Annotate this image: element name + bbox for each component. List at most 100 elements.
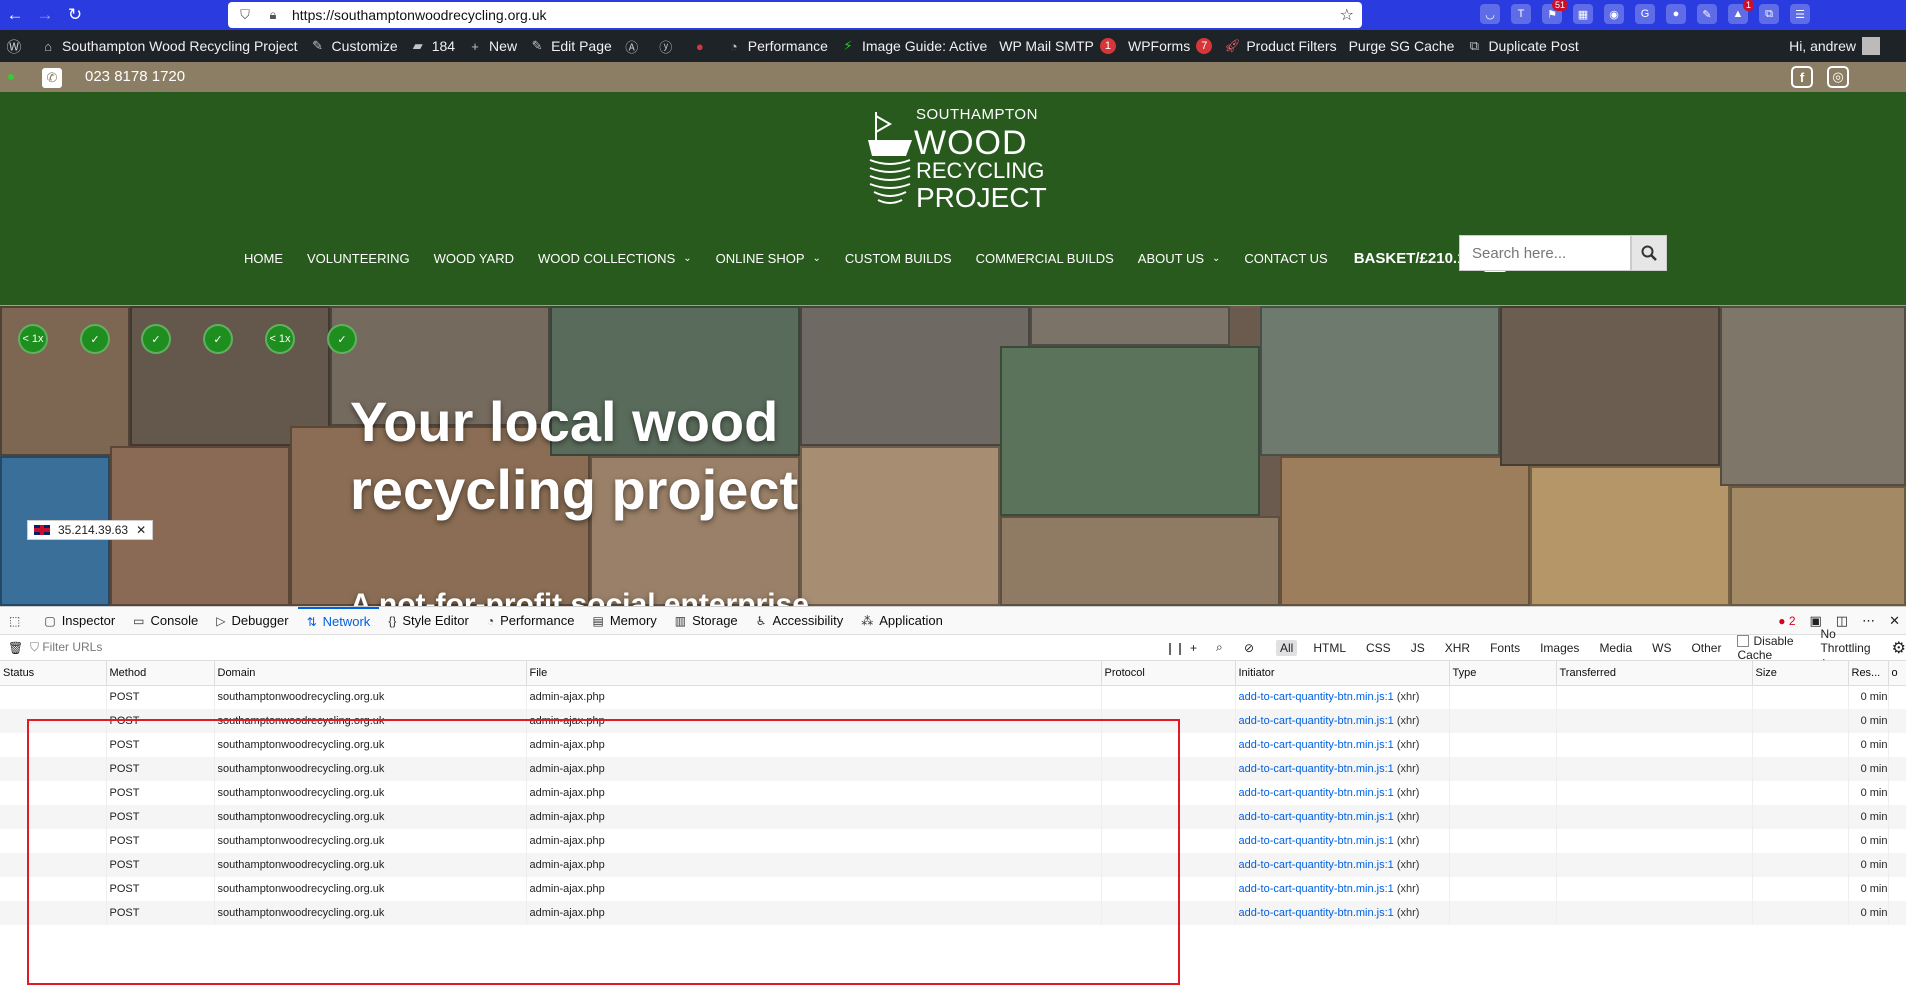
col-size[interactable]: Size — [1752, 661, 1849, 686]
trash-icon[interactable]: 🗑︎ — [8, 641, 23, 655]
table-row[interactable]: POST southamptonwoodrecycling.org.uk admin… — [0, 829, 1906, 853]
error-count[interactable]: ● 2 — [1778, 614, 1795, 628]
table-row[interactable]: POST southamptonwoodrecycling.org.uk admin… — [0, 709, 1906, 733]
filter-images[interactable]: Images — [1536, 640, 1583, 656]
puzzle-icon[interactable]: ⧉ — [1759, 4, 1779, 24]
customize-link[interactable]: ✎ Customize — [310, 38, 398, 54]
initiator-link[interactable]: add-to-cart-quantity-btn.min.js:1 — [1239, 859, 1394, 871]
status-dot-icon[interactable]: ● — [692, 38, 714, 54]
settings-gear-icon[interactable]: ⚙ — [1892, 638, 1906, 658]
tab-memory[interactable]: ▤ Memory — [583, 607, 665, 635]
nav-wood-yard[interactable]: WOOD YARD — [434, 251, 514, 266]
initiator-cell[interactable]: add-to-cart-quantity-btn.min.js:1 (xhr) — [1235, 781, 1450, 805]
yoast-icon[interactable]: ⓨ — [658, 38, 680, 55]
tab-inspector[interactable]: ▢ Inspector — [35, 607, 124, 635]
initiator-cell[interactable]: add-to-cart-quantity-btn.min.js:1 (xhr) — [1235, 757, 1450, 781]
filter-media[interactable]: Media — [1595, 640, 1636, 656]
bookmark-star-icon[interactable]: ☆ — [1340, 5, 1354, 25]
initiator-cell[interactable]: add-to-cart-quantity-btn.min.js:1 (xhr) — [1235, 853, 1450, 877]
nav-about-us[interactable]: ABOUT US ⌄ — [1138, 251, 1221, 266]
extension-flag-icon[interactable]: ⚑ 51 — [1542, 0, 1568, 24]
initiator-link[interactable]: add-to-cart-quantity-btn.min.js:1 — [1239, 739, 1394, 751]
filter-urls-input[interactable]: ⛉ Filter URLs — [30, 640, 102, 655]
pause-icon[interactable]: ❙❙ — [1165, 641, 1185, 655]
nav-online-shop[interactable]: ONLINE SHOP ⌄ — [716, 251, 821, 266]
nav-home[interactable]: HOME — [244, 251, 283, 266]
initiator-cell[interactable]: add-to-cart-quantity-btn.min.js:1 (xhr) — [1235, 805, 1450, 829]
col-status[interactable]: Status — [0, 661, 107, 686]
tab-application[interactable]: ⁂ Application — [852, 607, 952, 635]
initiator-link[interactable]: add-to-cart-quantity-btn.min.js:1 — [1239, 883, 1394, 895]
forward-arrow-icon[interactable]: → — [30, 5, 60, 25]
col-file[interactable]: File — [526, 661, 1102, 686]
col-type[interactable]: Type — [1449, 661, 1557, 686]
initiator-link[interactable]: add-to-cart-quantity-btn.min.js:1 — [1239, 811, 1394, 823]
extension-calendar-icon[interactable]: ▦ — [1573, 4, 1593, 24]
initiator-cell[interactable]: add-to-cart-quantity-btn.min.js:1 (xhr) — [1235, 877, 1450, 901]
table-row[interactable]: POST southamptonwoodrecycling.org.uk admin… — [0, 901, 1906, 925]
initiator-cell[interactable]: add-to-cart-quantity-btn.min.js:1 (xhr) — [1235, 709, 1450, 733]
initiator-link[interactable]: add-to-cart-quantity-btn.min.js:1 — [1239, 715, 1394, 727]
image-guide-link[interactable]: ⚡ Image Guide: Active — [840, 38, 987, 54]
initiator-link[interactable]: add-to-cart-quantity-btn.min.js:1 — [1239, 907, 1394, 919]
wordpress-logo-icon[interactable]: Ⓦ — [6, 38, 28, 56]
back-arrow-icon[interactable]: ← — [0, 5, 30, 25]
menu-icon[interactable]: ☰ — [1790, 4, 1810, 24]
col-method[interactable]: Method — [106, 661, 215, 686]
filter-ws[interactable]: WS — [1648, 640, 1675, 656]
reload-icon[interactable]: ↻ — [60, 5, 90, 25]
col-protocol[interactable]: Protocol — [1101, 661, 1236, 686]
extension-circle-icon[interactable]: ● — [1666, 4, 1686, 24]
filter-other[interactable]: Other — [1687, 640, 1725, 656]
search-input[interactable]: Search here... — [1459, 235, 1631, 271]
table-row[interactable]: POST southamptonwoodrecycling.org.uk admin… — [0, 685, 1906, 709]
facebook-icon[interactable]: f — [1791, 66, 1813, 88]
nav-custom-builds[interactable]: CUSTOM BUILDS — [845, 251, 952, 266]
performance-link[interactable]: ◔ Performance — [726, 38, 828, 54]
ahrefs-icon[interactable]: Ⓐ — [624, 38, 646, 55]
search-icon[interactable]: ⌕ — [1216, 640, 1223, 655]
initiator-link[interactable]: add-to-cart-quantity-btn.min.js:1 — [1239, 763, 1394, 775]
extension-alert-icon[interactable]: ▲ 1 — [1728, 0, 1754, 24]
col-domain[interactable]: Domain — [214, 661, 527, 686]
tab-performance[interactable]: ◔ Performance — [478, 607, 584, 635]
tab-debugger[interactable]: ▷ Debugger — [207, 607, 297, 635]
filter-css[interactable]: CSS — [1362, 640, 1395, 656]
block-icon[interactable]: ⊘ — [1244, 641, 1254, 655]
nav-contact-us[interactable]: CONTACT US — [1244, 251, 1327, 266]
nav-volunteering[interactable]: VOLUNTEERING — [307, 251, 410, 266]
initiator-cell[interactable]: add-to-cart-quantity-btn.min.js:1 (xhr) — [1235, 733, 1450, 757]
element-picker-icon[interactable]: ⬚ — [0, 607, 35, 635]
col-response[interactable]: Res... — [1848, 661, 1889, 686]
comments-link[interactable]: ▰ 184 — [410, 38, 455, 54]
search-button[interactable] — [1631, 235, 1667, 271]
table-row[interactable]: POST southamptonwoodrecycling.org.uk admin… — [0, 853, 1906, 877]
table-row[interactable]: POST southamptonwoodrecycling.org.uk admin… — [0, 757, 1906, 781]
pocket-icon[interactable]: ◡ — [1480, 4, 1500, 24]
new-link[interactable]: + New — [467, 38, 517, 54]
filter-xhr[interactable]: XHR — [1441, 640, 1474, 656]
initiator-cell[interactable]: add-to-cart-quantity-btn.min.js:1 (xhr) — [1235, 901, 1450, 925]
initiator-link[interactable]: add-to-cart-quantity-btn.min.js:1 — [1239, 691, 1394, 703]
tab-storage[interactable]: ▥ Storage — [666, 607, 747, 635]
plus-icon[interactable]: + — [1190, 641, 1197, 655]
tab-network[interactable]: ⇅ Network — [297, 606, 380, 635]
disable-cache-checkbox[interactable]: Disable Cache — [1737, 634, 1808, 662]
filter-js[interactable]: JS — [1407, 640, 1429, 656]
purge-cache-link[interactable]: Purge SG Cache — [1349, 38, 1455, 54]
table-row[interactable]: POST southamptonwoodrecycling.org.uk admin… — [0, 877, 1906, 901]
tab-style-editor[interactable]: {} Style Editor — [379, 607, 478, 635]
table-row[interactable]: POST southamptonwoodrecycling.org.uk admin… — [0, 733, 1906, 757]
table-row[interactable]: POST southamptonwoodrecycling.org.uk admin… — [0, 781, 1906, 805]
extension-pen-icon[interactable]: ✎ — [1697, 4, 1717, 24]
initiator-link[interactable]: add-to-cart-quantity-btn.min.js:1 — [1239, 787, 1394, 799]
duplicate-post-link[interactable]: ⧉ Duplicate Post — [1466, 38, 1579, 54]
wp-mail-smtp-link[interactable]: WP Mail SMTP 1 — [999, 38, 1116, 54]
product-filters-link[interactable]: 🚀︎ Product Filters — [1224, 38, 1337, 54]
shield-icon[interactable]: ⛉ — [236, 6, 254, 24]
filter-all[interactable]: All — [1276, 639, 1298, 656]
address-bar[interactable]: ⛉ 🔒︎ https://southamptonwoodrecycling.or… — [228, 2, 1362, 28]
my-account-link[interactable]: Hi, andrew — [1789, 37, 1880, 55]
tab-accessibility[interactable]: ♿︎ Accessibility — [747, 607, 853, 635]
col-extra[interactable]: o — [1888, 661, 1906, 686]
